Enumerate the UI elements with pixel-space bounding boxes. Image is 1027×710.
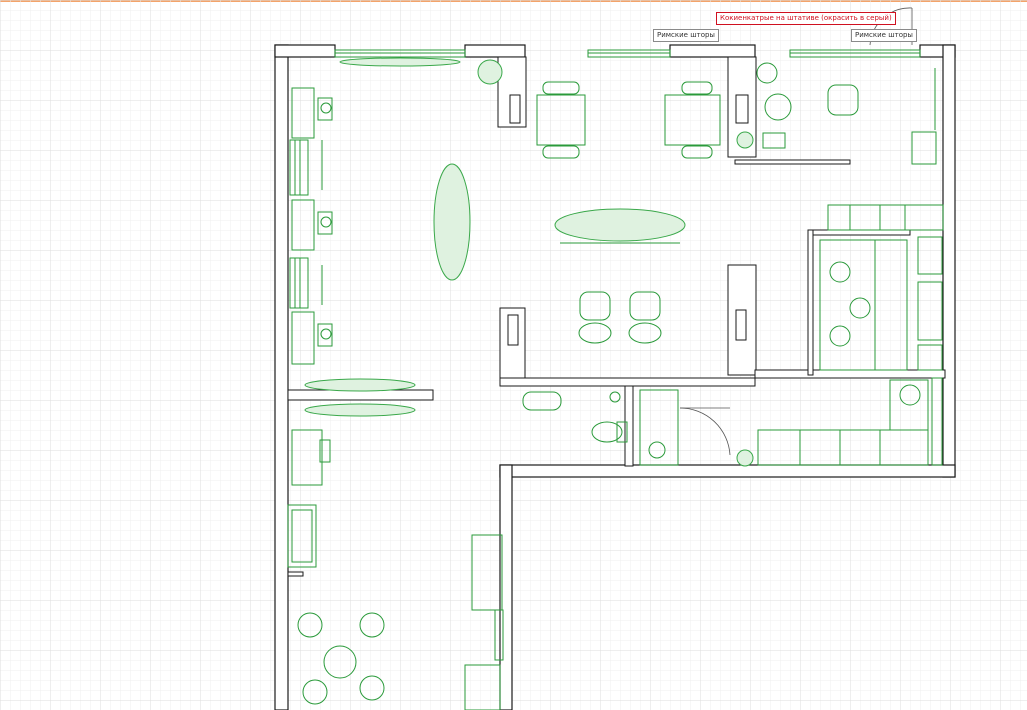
floor-plan-canvas[interactable] <box>0 0 1027 710</box>
curtain-label-right: Римские шторы <box>851 29 917 42</box>
note-red-label: Кокиенкатрые на штативе (окрасить в серы… <box>716 12 896 25</box>
curtain-label-left: Римские шторы <box>653 29 719 42</box>
